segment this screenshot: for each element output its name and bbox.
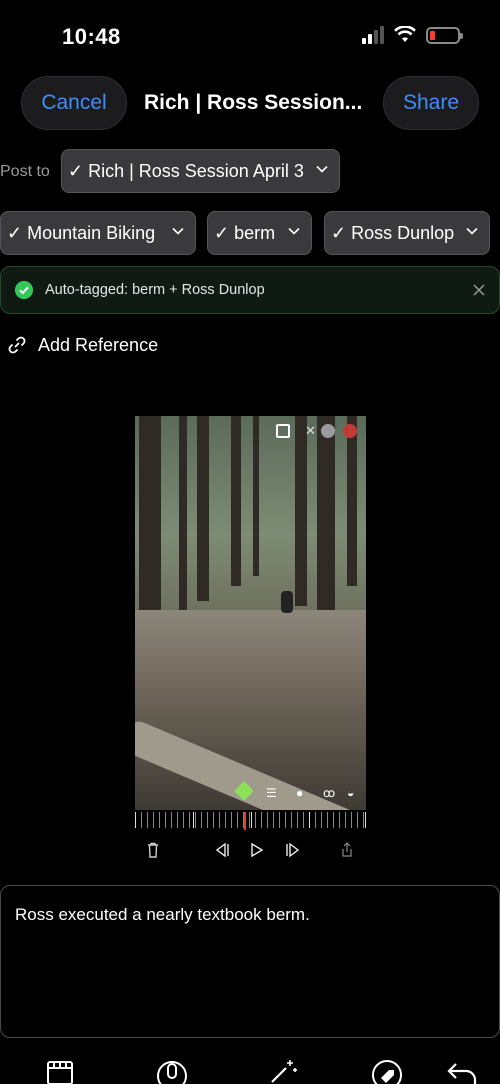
add-reference-label: Add Reference (38, 334, 159, 355)
check-circle-icon (15, 281, 33, 299)
sport-tag-dropdown[interactable]: ✓ Mountain Biking (0, 211, 196, 255)
timeline-tick (365, 812, 366, 828)
tree-trunk (295, 416, 307, 606)
magic-wand-icon[interactable] (268, 1058, 300, 1084)
timeline-scrubber[interactable] (135, 812, 366, 830)
tree-trunk (253, 416, 259, 576)
step-forward-icon[interactable] (285, 842, 301, 858)
tree-trunk (347, 416, 357, 586)
undo-icon[interactable] (446, 1058, 478, 1084)
post-to-dropdown[interactable]: ✓ Rich | Ross Session April 3 (61, 149, 340, 193)
pause-icon[interactable] (321, 424, 335, 438)
mic-icon[interactable] (156, 1058, 188, 1084)
cancel-button[interactable]: Cancel (21, 76, 127, 130)
bike-icon[interactable]: ꝏ (323, 786, 335, 800)
post-to-label: Post to (0, 163, 50, 180)
add-reference-button[interactable]: Add Reference (6, 334, 158, 356)
signal-icon (362, 26, 384, 44)
trash-icon[interactable] (147, 842, 159, 858)
video-preview[interactable]: ✕ ☰ ● ꝏ ◒ (135, 416, 366, 810)
tree-trunk (197, 416, 209, 601)
sport-tag-value: ✓ Mountain Biking (7, 222, 156, 243)
timeline-tick (135, 812, 136, 828)
status-icons (362, 26, 463, 44)
battery-icon (426, 26, 463, 44)
status-time: 10:48 (62, 24, 121, 49)
chevron-down-icon (316, 165, 328, 173)
chevron-down-icon (172, 227, 184, 235)
athlete-tag-value: ✓ Ross Dunlop (331, 222, 455, 243)
speed-icon[interactable]: ◒ (347, 786, 354, 800)
timeline-tick (309, 812, 310, 828)
tree-trunk (179, 416, 187, 616)
chevron-down-icon (466, 227, 478, 235)
playhead[interactable] (244, 812, 246, 830)
maneuver-tag-value: ✓ berm (214, 222, 276, 243)
link-icon (8, 336, 26, 354)
timeline-tick (193, 812, 194, 828)
play-icon[interactable] (250, 842, 264, 858)
post-to-value: ✓ Rich | Ross Session April 3 (68, 160, 304, 181)
picture-in-picture-icon[interactable] (276, 424, 290, 438)
share-button[interactable]: Share (383, 76, 479, 130)
caption-field[interactable]: Ross executed a nearly textbook berm. (0, 885, 500, 1038)
wifi-icon (394, 26, 416, 42)
share-icon[interactable] (341, 842, 353, 858)
record-icon[interactable] (343, 424, 357, 438)
auto-tag-message: Auto-tagged: berm + Ross Dunlop (45, 282, 265, 298)
page-title: Rich | Ross Session... (144, 91, 363, 114)
caption-text[interactable]: Ross executed a nearly textbook berm. (15, 905, 310, 925)
tag-icon[interactable] (370, 1058, 402, 1084)
close-icon[interactable] (471, 282, 487, 298)
timer-icon[interactable]: ● (296, 786, 303, 800)
rider (281, 591, 293, 613)
maneuver-tag-dropdown[interactable]: ✓ berm (207, 211, 312, 255)
film-icon[interactable] (46, 1058, 78, 1084)
auto-tag-banner: Auto-tagged: berm + Ross Dunlop (0, 266, 500, 314)
step-back-icon[interactable] (214, 842, 230, 858)
mute-icon[interactable]: ✕ (305, 423, 319, 438)
sliders-icon[interactable]: ☰ (266, 786, 277, 800)
chevron-down-icon (288, 227, 300, 235)
tree-trunk (231, 416, 241, 586)
timeline-tick (251, 812, 252, 828)
athlete-tag-dropdown[interactable]: ✓ Ross Dunlop (324, 211, 490, 255)
